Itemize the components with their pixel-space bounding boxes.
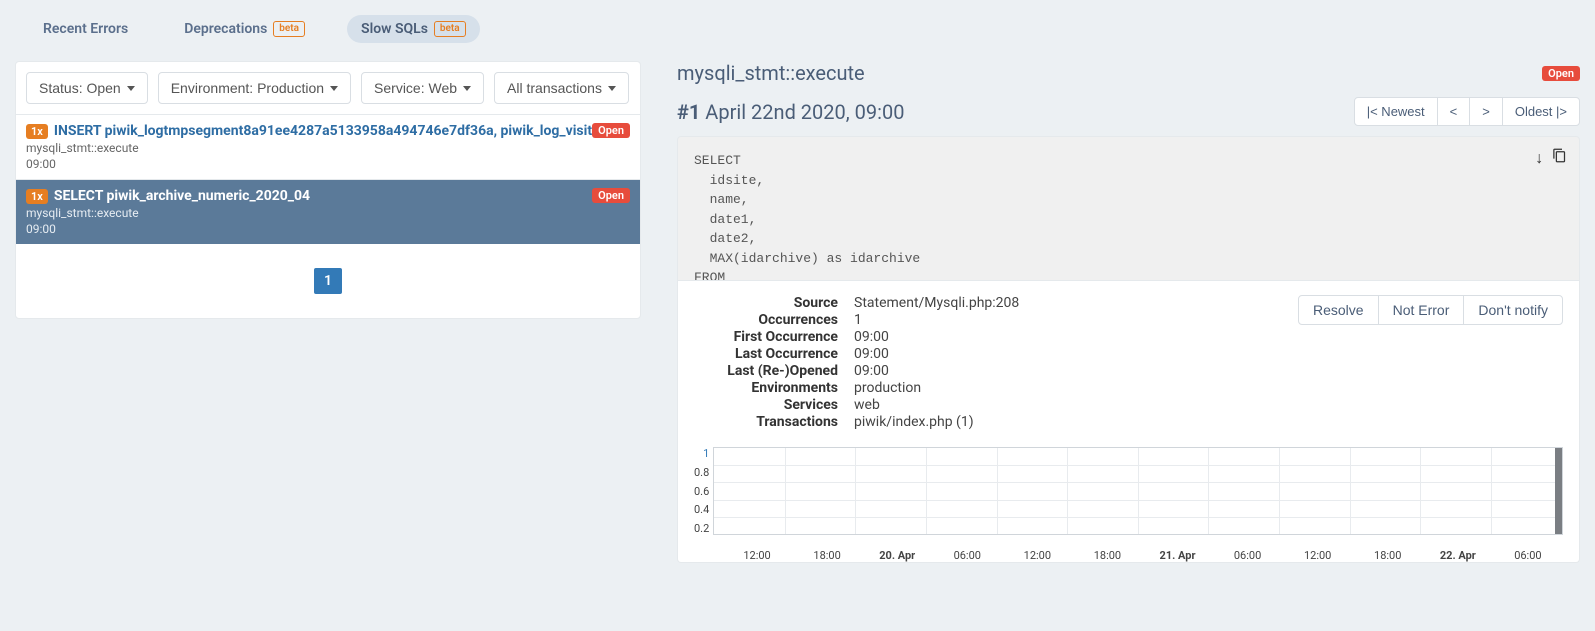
tab-recent-errors[interactable]: Recent Errors — [29, 15, 142, 43]
pagination: 1 — [16, 244, 640, 318]
tabs: Recent Errors Deprecations beta Slow SQL… — [15, 15, 1580, 43]
chevron-down-icon — [608, 86, 616, 91]
chevron-down-icon — [127, 86, 135, 91]
chevron-down-icon — [463, 86, 471, 91]
error-list-item[interactable]: Open 1x SELECT piwik_archive_numeric_202… — [16, 179, 640, 244]
error-sub: mysqli_stmt::execute — [26, 206, 630, 220]
tab-label: Deprecations — [184, 21, 267, 37]
chart-plot-area — [713, 447, 1563, 535]
occurrence-title: #1 April 22nd 2020, 09:00 — [677, 100, 904, 124]
tab-slow-sqls[interactable]: Slow SQLs beta — [347, 15, 480, 43]
nav-prev-button[interactable]: < — [1437, 97, 1471, 126]
resolve-button[interactable]: Resolve — [1298, 295, 1379, 325]
filter-service[interactable]: Service: Web — [361, 72, 484, 104]
tab-label: Slow SQLs — [361, 21, 428, 37]
beta-badge: beta — [434, 21, 466, 37]
beta-badge: beta — [273, 21, 305, 37]
copy-icon[interactable] — [1552, 147, 1567, 171]
occurrence-nav: |< Newest < > Oldest |> — [1354, 97, 1580, 126]
nav-newest-button[interactable]: |< Newest — [1354, 97, 1438, 126]
chart-y-axis: 1 0.8 0.6 0.4 0.2 — [694, 447, 713, 535]
error-title: INSERT piwik_logtmpsegment8a91ee4287a513… — [54, 123, 592, 139]
count-badge: 1x — [26, 124, 48, 139]
page-button[interactable]: 1 — [314, 268, 342, 294]
status-badge: Open — [592, 123, 630, 138]
detail-meta-table: SourceStatement/Mysqli.php:208 Occurrenc… — [694, 295, 1019, 431]
sql-preview: ↓SELECT idsite, name, date1, date2, MAX(… — [677, 136, 1580, 281]
count-badge: 1x — [26, 189, 48, 204]
filter-status[interactable]: Status: Open — [26, 72, 148, 104]
nav-oldest-button[interactable]: Oldest |> — [1502, 97, 1580, 126]
filter-transactions[interactable]: All transactions — [494, 72, 629, 104]
tab-deprecations[interactable]: Deprecations beta — [170, 15, 319, 43]
filter-environment[interactable]: Environment: Production — [158, 72, 351, 104]
status-badge: Open — [592, 188, 630, 203]
error-title: SELECT piwik_archive_numeric_2020_04 — [54, 188, 310, 204]
error-time: 09:00 — [26, 222, 630, 236]
expand-down-icon[interactable]: ↓ — [1534, 147, 1544, 171]
error-list-panel: Status: Open Environment: Production Ser… — [15, 61, 641, 319]
status-badge: Open — [1542, 66, 1580, 81]
error-list-item[interactable]: Open 1x INSERT piwik_logtmpsegment8a91ee… — [16, 114, 640, 179]
chart-bar — [1555, 448, 1562, 534]
tab-label: Recent Errors — [43, 21, 128, 37]
nav-next-button[interactable]: > — [1469, 97, 1503, 126]
detail-actions: Resolve Not Error Don't notify — [1298, 295, 1563, 325]
dont-notify-button[interactable]: Don't notify — [1463, 295, 1563, 325]
chart-x-axis: 12:00 18:00 20. Apr 06:00 12:00 18:00 21… — [722, 545, 1563, 562]
not-error-button[interactable]: Not Error — [1378, 295, 1465, 325]
error-sub: mysqli_stmt::execute — [26, 141, 630, 155]
occurrence-chart: 1 0.8 0.6 0.4 0.2 — [694, 447, 1563, 562]
error-time: 09:00 — [26, 157, 630, 171]
detail-title: mysqli_stmt::execute — [677, 61, 865, 85]
chevron-down-icon — [330, 86, 338, 91]
